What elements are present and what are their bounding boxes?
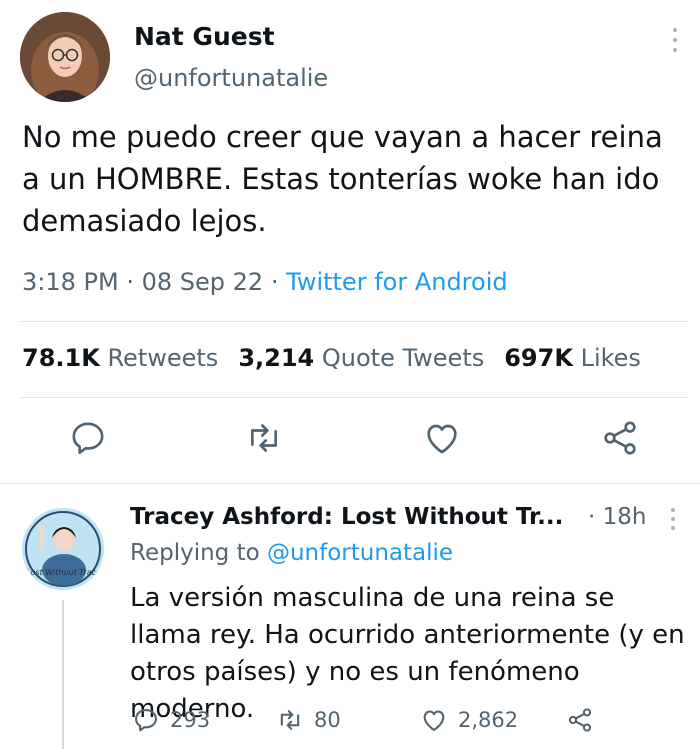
more-options-icon[interactable]: [668, 24, 682, 56]
quotes-count: 3,214: [238, 344, 315, 372]
share-button[interactable]: [600, 418, 640, 458]
retweet-button[interactable]: [244, 418, 284, 458]
thread-line: [62, 600, 64, 749]
reply-count: 293: [170, 708, 211, 732]
section-separator: [0, 483, 700, 484]
more-options-icon[interactable]: [666, 504, 680, 534]
likes-count: 697K: [504, 344, 573, 372]
reply-like-button[interactable]: 2,862: [420, 704, 518, 736]
replying-prefix: Replying to: [130, 540, 260, 566]
quotes-stat[interactable]: 3,214 Quote Tweets: [238, 344, 484, 372]
retweet-count: 80: [314, 708, 341, 732]
tweet-stats: 78.1K Retweets 3,214 Quote Tweets 697K Lik…: [22, 344, 641, 372]
like-icon: [427, 424, 457, 454]
tweet-meta: 3:18 PM · 08 Sep 22 · Twitter for Androi…: [22, 268, 508, 296]
quotes-label: Quote Tweets: [321, 344, 485, 372]
reply-text: La versión masculina de una reina se lla…: [130, 583, 685, 724]
divider: [20, 397, 688, 398]
reply-button[interactable]: [68, 418, 108, 458]
like-button[interactable]: [422, 418, 462, 458]
share-icon: [604, 421, 636, 455]
retweet-icon: [251, 424, 277, 452]
reply-icon: [72, 422, 104, 454]
meta-separator: ·: [270, 268, 279, 296]
avatar-logo-text: Lost Without Trace: [26, 568, 101, 577]
author-name[interactable]: Nat Guest: [134, 22, 275, 51]
reply-icon: [135, 709, 157, 732]
reply-retweet-button[interactable]: 80: [276, 704, 341, 736]
reply-time[interactable]: · 18h: [588, 504, 646, 530]
tweet-time[interactable]: 3:18 PM: [22, 268, 119, 296]
like-count: 2,862: [458, 708, 519, 732]
retweets-label: Retweets: [107, 344, 219, 372]
retweets-count: 78.1K: [22, 344, 100, 372]
like-icon: [423, 710, 445, 731]
likes-stat[interactable]: 697K Likes: [504, 344, 641, 372]
avatar[interactable]: [20, 12, 110, 102]
retweets-stat[interactable]: 78.1K Retweets: [22, 344, 218, 372]
reply-author-name[interactable]: Tracey Ashford: Lost Without Tr...: [130, 504, 563, 530]
tweet-source[interactable]: Twitter for Android: [286, 268, 507, 296]
reply-share-button[interactable]: [566, 704, 594, 736]
author-handle[interactable]: @unfortunatalie: [134, 64, 328, 92]
replying-handle[interactable]: @unfortunatalie: [267, 540, 453, 566]
retweet-icon: [280, 710, 300, 730]
meta-separator: ·: [126, 268, 134, 296]
reply-avatar[interactable]: Lost Without Trace: [22, 508, 104, 590]
reply-reply-button[interactable]: 293: [132, 704, 210, 736]
tweet-date[interactable]: 08 Sep 22: [142, 268, 264, 296]
replying-to: Replying to @unfortunatalie: [130, 540, 453, 566]
share-icon: [568, 708, 592, 732]
likes-label: Likes: [580, 344, 641, 372]
divider: [20, 321, 688, 322]
tweet-text: No me puedo creer que vayan a hacer rein…: [22, 120, 663, 238]
